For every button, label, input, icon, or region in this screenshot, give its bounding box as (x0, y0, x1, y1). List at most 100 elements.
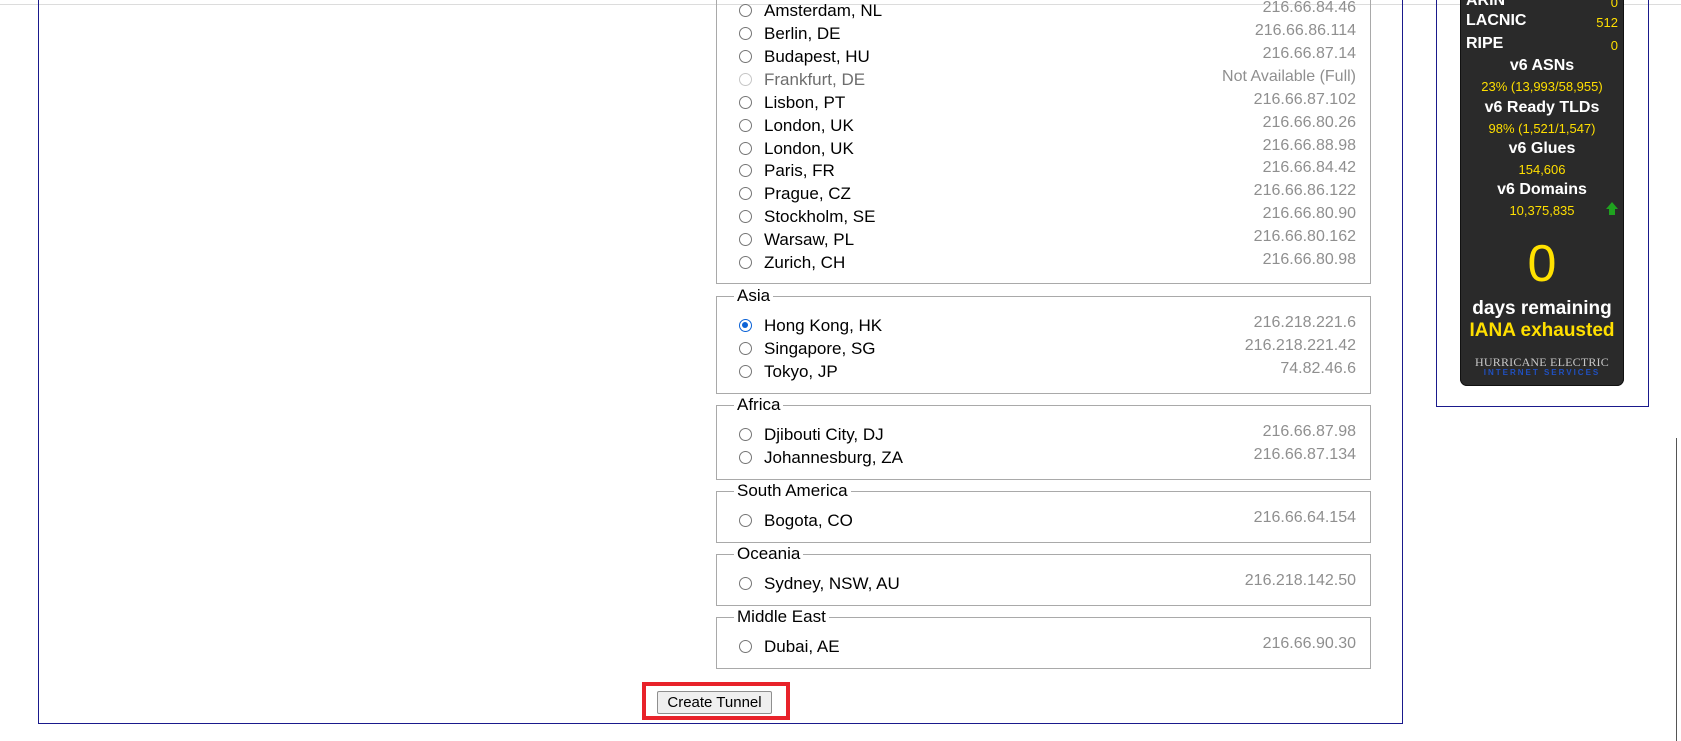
server-ip: 216.66.87.134 (1253, 446, 1356, 463)
radio-button[interactable] (739, 210, 752, 223)
tunnel-server-option-selected[interactable]: Hong Kong, HK 216.218.221.6 (739, 314, 1356, 337)
radio-button-selected[interactable] (739, 319, 752, 332)
tunnel-server-option[interactable]: Bogota, CO 216.66.64.154 (739, 509, 1356, 532)
scrollbar-track[interactable] (1676, 438, 1677, 741)
server-ip: 216.66.86.122 (1253, 182, 1356, 199)
region-legend: South America (734, 481, 851, 501)
server-ip: 216.66.80.90 (1262, 205, 1356, 222)
server-ip: 216.66.87.14 (1262, 45, 1356, 62)
tunnel-server-option[interactable]: Singapore, SG 216.218.221.42 (739, 337, 1356, 360)
server-city: Sydney, NSW, AU (764, 574, 900, 593)
server-status: Not Available (Full) (1222, 68, 1356, 85)
arin-value: 0 (1610, 0, 1618, 10)
server-ip: 216.66.80.26 (1262, 114, 1356, 131)
region-legend: Oceania (734, 544, 804, 564)
tunnel-server-option-unavailable: Frankfurt, DE Not Available (Full) (739, 68, 1356, 91)
server-ip: 216.66.86.114 (1254, 22, 1356, 39)
radio-button[interactable] (739, 428, 752, 441)
radio-button[interactable] (739, 640, 752, 653)
server-city: Dubai, AE (764, 637, 840, 656)
tunnel-server-option[interactable]: Johannesburg, ZA 216.66.87.134 (739, 446, 1356, 469)
tunnel-server-option[interactable]: Stockholm, SE 216.66.80.90 (739, 205, 1356, 228)
radio-button[interactable] (739, 342, 752, 355)
ripe-value: 0 (1610, 38, 1618, 53)
tunnel-server-option[interactable]: Tokyo, JP 74.82.46.6 (739, 360, 1356, 383)
radio-button[interactable] (739, 514, 752, 527)
ipv6-stats-widget[interactable]: ARIN 0 LACNIC 512 RIPE 0 v6 ASNs 23% (13… (1460, 0, 1624, 386)
days-remaining-label: days remaining (1472, 298, 1612, 319)
radio-button[interactable] (739, 187, 752, 200)
ripe-row: RIPE 0 (1466, 35, 1618, 55)
radio-button[interactable] (739, 50, 752, 63)
v6-glues-value: 154,606 (1518, 162, 1566, 177)
region-oceania: Oceania Sydney, NSW, AU 216.218.142.50 (716, 544, 1371, 606)
radio-button[interactable] (739, 577, 752, 590)
radio-button[interactable] (739, 142, 752, 155)
arin-label: ARIN (1466, 0, 1506, 9)
radio-button[interactable] (739, 256, 752, 269)
radio-button[interactable] (739, 451, 752, 464)
tunnel-server-option[interactable]: Sydney, NSW, AU 216.218.142.50 (739, 572, 1356, 595)
v6-domains-value: 10,375,835 (1509, 203, 1575, 218)
create-tunnel-button[interactable]: Create Tunnel (657, 691, 772, 714)
tunnel-server-option[interactable]: Budapest, HU 216.66.87.14 (739, 45, 1356, 68)
radio-button[interactable] (739, 365, 752, 378)
radio-button[interactable] (739, 119, 752, 132)
server-city: London, UK (764, 139, 854, 158)
lacnic-row: LACNIC 512 (1466, 12, 1618, 32)
server-city: Frankfurt, DE (764, 70, 866, 89)
server-ip: 216.66.87.102 (1253, 91, 1356, 108)
radio-button[interactable] (739, 164, 752, 177)
server-city: Hong Kong, HK (764, 316, 883, 335)
v6-domains-title: v6 Domains (1497, 181, 1587, 198)
v6-asns-title: v6 ASNs (1509, 57, 1575, 74)
server-ip: 216.218.142.50 (1244, 572, 1356, 589)
tunnel-server-option[interactable]: Zurich, CH 216.66.80.98 (739, 251, 1356, 274)
server-ip: 216.218.221.6 (1253, 314, 1356, 331)
tunnel-server-option[interactable]: Berlin, DE 216.66.86.114 (739, 22, 1356, 45)
region-south-america: South America Bogota, CO 216.66.64.154 (716, 481, 1371, 543)
radio-button[interactable] (739, 27, 752, 40)
region-asia: Asia Hong Kong, HK 216.218.221.6 Singapo… (716, 286, 1371, 394)
region-middle-east: Middle East Dubai, AE 216.66.90.30 (716, 607, 1371, 669)
server-city: Stockholm, SE (764, 207, 876, 226)
server-ip: 216.66.88.98 (1262, 137, 1356, 154)
iana-exhausted-label: IANA exhausted (1469, 320, 1615, 341)
v6-tlds-value: 98% (1,521/1,547) (1488, 121, 1596, 136)
server-city: Djibouti City, DJ (764, 425, 884, 444)
tunnel-server-option[interactable]: Paris, FR 216.66.84.42 (739, 159, 1356, 182)
server-city: Paris, FR (764, 161, 835, 180)
server-ip: 216.218.221.42 (1244, 337, 1356, 354)
region-europe: Amsterdam, NL 216.66.84.46 Berlin, DE 21… (716, 0, 1371, 284)
server-city: Berlin, DE (764, 24, 841, 43)
region-legend: Middle East (734, 607, 829, 627)
server-ip: 216.66.90.30 (1262, 635, 1356, 652)
arin-row: ARIN 0 (1466, 0, 1618, 12)
v6-glues-title: v6 Glues (1508, 140, 1576, 157)
radio-button[interactable] (739, 96, 752, 109)
server-city: Lisbon, PT (764, 93, 846, 112)
days-remaining-number: 0 (1527, 235, 1557, 293)
radio-button[interactable] (739, 4, 752, 17)
tunnel-server-option[interactable]: London, UK 216.66.80.26 (739, 114, 1356, 137)
tunnel-server-option[interactable]: Amsterdam, NL 216.66.84.46 (739, 0, 1356, 22)
ripe-label: RIPE (1466, 35, 1504, 52)
tunnel-server-option[interactable]: Lisbon, PT 216.66.87.102 (739, 91, 1356, 114)
tunnel-server-option[interactable]: Dubai, AE 216.66.90.30 (739, 635, 1356, 658)
server-city: Warsaw, PL (764, 230, 855, 249)
radio-button[interactable] (739, 233, 752, 246)
internet-services-logo: INTERNET SERVICES (1483, 368, 1601, 377)
server-city: Zurich, CH (764, 253, 846, 272)
region-africa: Africa Djibouti City, DJ 216.66.87.98 Jo… (716, 395, 1371, 480)
server-city: Tokyo, JP (764, 362, 838, 381)
server-city: Amsterdam, NL (764, 1, 883, 20)
tunnel-server-option[interactable]: Prague, CZ 216.66.86.122 (739, 182, 1356, 205)
server-ip: 216.66.80.162 (1253, 228, 1356, 245)
server-city: Prague, CZ (764, 184, 851, 203)
server-ip: 216.66.84.46 (1262, 0, 1356, 16)
tunnel-server-option[interactable]: Warsaw, PL 216.66.80.162 (739, 228, 1356, 251)
tunnel-server-option[interactable]: Djibouti City, DJ 216.66.87.98 (739, 423, 1356, 446)
server-city: Budapest, HU (764, 47, 870, 66)
v6-tlds-title: v6 Ready TLDs (1484, 99, 1600, 116)
server-ip: 216.66.80.98 (1262, 251, 1356, 268)
